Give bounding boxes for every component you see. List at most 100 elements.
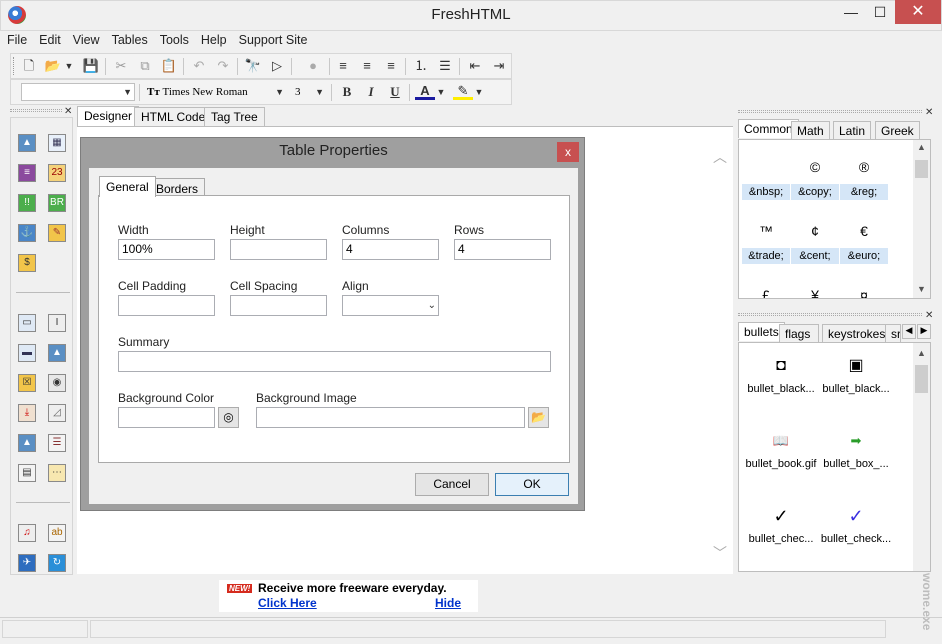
insert-flash-icon[interactable]: ✈ <box>18 554 36 572</box>
underline-button[interactable]: U <box>385 83 405 101</box>
italic-button[interactable]: I <box>361 83 381 101</box>
tab-common[interactable]: Common <box>738 119 799 138</box>
hide-link[interactable]: Hide <box>435 596 461 610</box>
find-icon[interactable]: 🔭 <box>243 57 263 75</box>
insert-special-char-icon[interactable]: !! <box>18 194 36 212</box>
redo-icon[interactable]: ↷ <box>213 57 233 75</box>
menu-view[interactable]: View <box>68 31 105 49</box>
bullets-scrollbar[interactable]: ▲ <box>913 343 930 571</box>
color-picker-icon[interactable]: ◎ <box>218 407 239 428</box>
entities-panel-grip[interactable] <box>738 110 922 113</box>
tab-sr[interactable]: sr <box>885 324 901 343</box>
image-item[interactable]: ➡ bullet_box_... <box>818 424 894 470</box>
scroll-up-icon[interactable]: ▲ <box>913 348 930 358</box>
insert-applet-icon[interactable]: ab <box>48 524 66 542</box>
scroll-up-icon[interactable]: ︿ <box>713 147 727 167</box>
insert-date-icon[interactable]: 23 <box>48 164 66 182</box>
tab-general[interactable]: General <box>99 176 156 197</box>
align-left-icon[interactable]: ≡ <box>333 57 353 75</box>
open-dropdown-icon[interactable]: ▼ <box>63 57 75 75</box>
insert-file-field-icon[interactable]: ⤓ <box>18 404 36 422</box>
insert-media-icon[interactable]: ♫ <box>18 524 36 542</box>
insert-comment-icon[interactable]: ✎ <box>48 224 66 242</box>
maximize-button[interactable]: ☐ <box>865 0 895 24</box>
insert-textarea-icon[interactable]: ◿ <box>48 404 66 422</box>
entity-item[interactable]: € &euro; <box>840 214 888 264</box>
align-right-icon[interactable]: ≡ <box>381 57 401 75</box>
highlight-dropdown-icon[interactable]: ▼ <box>473 83 485 101</box>
spell-check-icon[interactable]: ● <box>303 57 323 75</box>
minimize-button[interactable]: — <box>836 0 866 24</box>
insert-form-icon[interactable]: ▭ <box>18 314 36 332</box>
images-panel-close-icon[interactable]: ✕ <box>925 310 933 321</box>
width-field[interactable]: 100% <box>118 239 215 260</box>
images-panel-grip[interactable] <box>738 313 922 316</box>
scroll-down-icon[interactable]: ﹀ <box>713 543 727 563</box>
tab-designer[interactable]: Designer <box>77 106 140 126</box>
scrollbar-thumb[interactable] <box>915 365 928 393</box>
insert-list-icon[interactable]: ▤ <box>18 464 36 482</box>
menu-support-site[interactable]: Support Site <box>234 31 313 49</box>
tab-flags[interactable]: flags <box>779 324 819 343</box>
tab-keystrokes[interactable]: keystrokes <box>822 324 892 343</box>
tab-html-code[interactable]: HTML Code <box>134 107 213 127</box>
insert-table-icon[interactable]: ▦ <box>48 134 66 152</box>
menu-edit[interactable]: Edit <box>34 31 66 49</box>
font-size-select[interactable]: 3 ▼ <box>291 83 327 101</box>
menu-tables[interactable]: Tables <box>107 31 153 49</box>
font-color-button[interactable]: A <box>415 83 435 100</box>
style-select[interactable]: ▼ <box>21 83 135 101</box>
insert-script-icon[interactable]: $ <box>18 254 36 272</box>
entity-item[interactable]: ¥ <box>791 278 839 298</box>
paste-icon[interactable]: 📋 <box>159 57 179 75</box>
tab-math[interactable]: Math <box>791 121 830 140</box>
highlight-icon[interactable]: ✎ <box>453 83 473 100</box>
align-center-icon[interactable]: ≡ <box>357 57 377 75</box>
indent-icon[interactable]: ⇥ <box>489 57 509 75</box>
insert-select-icon[interactable]: ☰ <box>48 434 66 452</box>
scrollbar-thumb[interactable] <box>915 160 928 178</box>
entity-item[interactable]: ® &reg; <box>840 150 888 200</box>
scroll-up-icon[interactable]: ▲ <box>913 142 930 152</box>
close-button[interactable]: ✕ <box>895 0 941 24</box>
menu-tools[interactable]: Tools <box>155 31 194 49</box>
undo-icon[interactable]: ↶ <box>189 57 209 75</box>
insert-line-break-icon[interactable]: BR <box>48 194 66 212</box>
left-panel-close-icon[interactable]: ✕ <box>64 106 72 117</box>
font-name-select[interactable]: Tт Times New Roman ▼ <box>143 83 287 101</box>
image-item[interactable]: ◘ bullet_black... <box>743 349 819 395</box>
open-folder-icon[interactable]: 📂 <box>43 57 63 75</box>
insert-radio-icon[interactable]: ◉ <box>48 374 66 392</box>
insert-chart-icon[interactable]: ▲ <box>18 434 36 452</box>
insert-anchor-icon[interactable]: ⚓ <box>18 224 36 242</box>
entities-scrollbar[interactable]: ▲ ▼ <box>913 140 930 298</box>
insert-button-icon[interactable]: ▬ <box>18 344 36 362</box>
entity-item[interactable]: &nbsp; <box>742 150 790 200</box>
cell-spacing-field[interactable] <box>230 295 327 316</box>
insert-textfield-icon[interactable]: I <box>48 314 66 332</box>
insert-checkbox-icon[interactable]: ☒ <box>18 374 36 392</box>
menu-file[interactable]: File <box>2 31 32 49</box>
bold-button[interactable]: B <box>337 83 357 101</box>
outdent-icon[interactable]: ⇤ <box>465 57 485 75</box>
entity-item[interactable]: ¢ &cent; <box>791 214 839 264</box>
save-icon[interactable]: 💾 <box>81 57 101 75</box>
columns-field[interactable]: 4 <box>342 239 439 260</box>
numbered-list-icon[interactable]: ⒈ <box>411 57 431 75</box>
scroll-down-icon[interactable]: ▼ <box>913 284 930 294</box>
entity-item[interactable]: © &copy; <box>791 150 839 200</box>
ok-button[interactable]: OK <box>495 473 569 496</box>
new-file-icon[interactable]: 🗋 <box>19 57 39 75</box>
cell-padding-field[interactable] <box>118 295 215 316</box>
height-field[interactable] <box>230 239 327 260</box>
tab-latin[interactable]: Latin <box>833 121 872 140</box>
summary-field[interactable] <box>118 351 551 372</box>
background-color-field[interactable] <box>118 407 215 428</box>
tab-scroll-right-icon[interactable]: ▶ <box>917 324 931 339</box>
rows-field[interactable]: 4 <box>454 239 551 260</box>
toolbar-grip[interactable] <box>13 57 16 75</box>
insert-hidden-field-icon[interactable]: ⋯ <box>48 464 66 482</box>
background-image-field[interactable] <box>256 407 525 428</box>
entity-item[interactable]: £ <box>742 278 790 298</box>
insert-image-button-icon[interactable]: ▲ <box>48 344 66 362</box>
